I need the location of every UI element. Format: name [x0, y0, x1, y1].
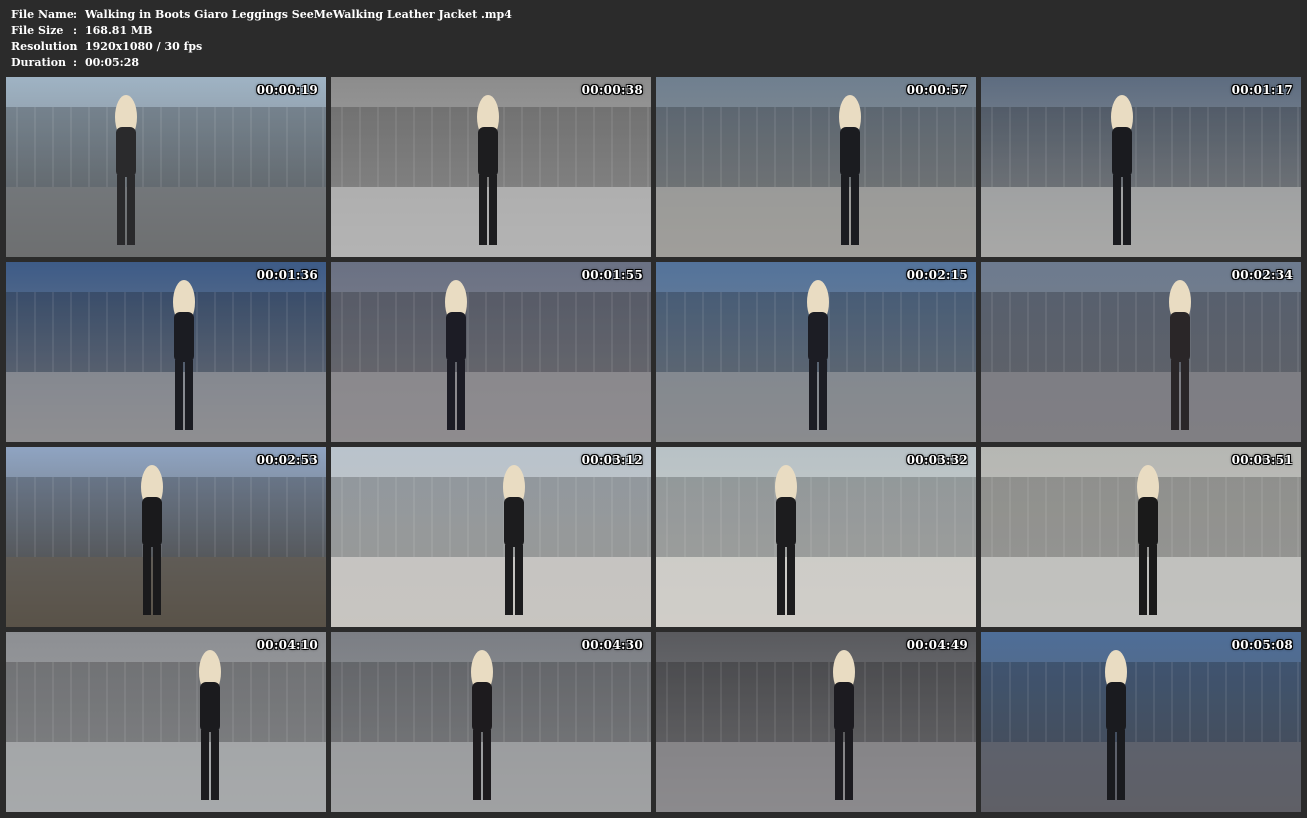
info-separator: :: [73, 40, 78, 53]
info-row-duration: Duration : 00:05:28: [11, 55, 512, 71]
timestamp: 00:01:55: [581, 268, 643, 282]
thumbnail-frame: [981, 262, 1301, 442]
info-separator: :: [73, 56, 78, 69]
timestamp: 00:02:34: [1231, 268, 1293, 282]
video-thumbnail[interactable]: 00:00:57: [656, 77, 976, 257]
thumbnail-frame: [981, 77, 1301, 257]
timestamp: 00:04:30: [581, 638, 643, 652]
timestamp: 00:05:08: [1231, 638, 1293, 652]
thumbnail-frame: [656, 77, 976, 257]
info-label: Duration: [11, 56, 67, 69]
timestamp: 00:01:36: [256, 268, 318, 282]
timestamp: 00:02:15: [906, 268, 968, 282]
thumbnail-frame: [656, 262, 976, 442]
timestamp: 00:00:38: [581, 83, 643, 97]
timestamp: 00:01:17: [1231, 83, 1293, 97]
thumbnail-frame: [6, 262, 326, 442]
thumbnail-frame: [6, 447, 326, 627]
video-thumbnail[interactable]: 00:00:38: [331, 77, 651, 257]
video-thumbnail[interactable]: 00:04:30: [331, 632, 651, 812]
info-separator: :: [73, 24, 78, 37]
video-thumbnail[interactable]: 00:01:55: [331, 262, 651, 442]
info-row-resolution: Resolution : 1920x1080 / 30 fps: [11, 39, 512, 55]
video-thumbnail[interactable]: 00:03:12: [331, 447, 651, 627]
info-value: Walking in Boots Giaro Leggings SeeMeWal…: [85, 8, 512, 21]
info-value: 168.81 MB: [85, 24, 153, 37]
thumbnail-frame: [6, 77, 326, 257]
file-info: File Name : Walking in Boots Giaro Leggi…: [11, 7, 512, 71]
video-thumbnail[interactable]: 00:05:08: [981, 632, 1301, 812]
timestamp: 00:04:49: [906, 638, 968, 652]
timestamp: 00:00:19: [256, 83, 318, 97]
thumbnail-frame: [331, 77, 651, 257]
info-value: 1920x1080 / 30 fps: [85, 40, 203, 53]
thumbnail-frame: [981, 447, 1301, 627]
info-label: File Name: [11, 8, 74, 21]
thumbnail-frame: [331, 447, 651, 627]
video-thumbnail[interactable]: 00:03:51: [981, 447, 1301, 627]
info-label: File Size: [11, 24, 64, 37]
thumbnail-frame: [656, 447, 976, 627]
info-label: Resolution: [11, 40, 78, 53]
contact-sheet: File Name : Walking in Boots Giaro Leggi…: [0, 0, 1307, 818]
video-thumbnail[interactable]: 00:04:49: [656, 632, 976, 812]
video-thumbnail[interactable]: 00:01:36: [6, 262, 326, 442]
timestamp: 00:02:53: [256, 453, 318, 467]
thumbnail-grid: 00:00:19 00:00:38 00:00:57 00:01:17 00:01:36…: [6, 77, 1302, 812]
video-thumbnail[interactable]: 00:04:10: [6, 632, 326, 812]
thumbnail-frame: [331, 262, 651, 442]
video-thumbnail[interactable]: 00:01:17: [981, 77, 1301, 257]
timestamp: 00:03:12: [581, 453, 643, 467]
thumbnail-frame: [981, 632, 1301, 812]
timestamp: 00:03:51: [1231, 453, 1293, 467]
info-row-file-name: File Name : Walking in Boots Giaro Leggi…: [11, 7, 512, 23]
info-row-file-size: File Size : 168.81 MB: [11, 23, 512, 39]
thumbnail-frame: [656, 632, 976, 812]
video-thumbnail[interactable]: 00:03:32: [656, 447, 976, 627]
video-thumbnail[interactable]: 00:02:15: [656, 262, 976, 442]
timestamp: 00:04:10: [256, 638, 318, 652]
timestamp: 00:00:57: [906, 83, 968, 97]
thumbnail-frame: [6, 632, 326, 812]
video-thumbnail[interactable]: 00:02:34: [981, 262, 1301, 442]
timestamp: 00:03:32: [906, 453, 968, 467]
video-thumbnail[interactable]: 00:00:19: [6, 77, 326, 257]
info-value: 00:05:28: [85, 56, 140, 69]
info-separator: :: [73, 8, 78, 21]
thumbnail-frame: [331, 632, 651, 812]
video-thumbnail[interactable]: 00:02:53: [6, 447, 326, 627]
